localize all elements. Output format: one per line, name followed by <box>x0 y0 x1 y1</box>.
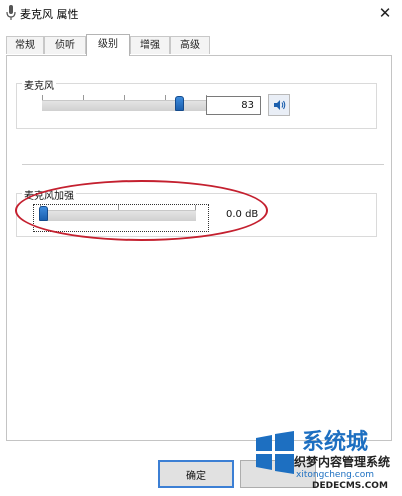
tab-advanced[interactable]: 高级 <box>170 36 210 54</box>
watermark-domain-en: DEDECMS.COM <box>312 481 388 491</box>
watermark-cms-name: 织梦内容管理系统 <box>294 455 391 469</box>
tab-levels[interactable]: 级别 <box>86 34 130 56</box>
ok-button[interactable]: 确定 <box>158 460 234 488</box>
microphone-group: 麦克风 83 <box>16 77 377 129</box>
slider-tick <box>195 205 196 210</box>
mute-button[interactable] <box>268 94 290 116</box>
levels-panel: 麦克风 83 麦克风加强 0.0 dB <box>6 55 392 441</box>
microphone-label: 麦克风 <box>22 77 56 92</box>
boost-slider-track[interactable] <box>40 210 196 221</box>
boost-db-value: 0.0 dB <box>226 209 259 220</box>
title-bar: 麦克风 属性 ✕ <box>0 0 402 26</box>
close-button[interactable]: ✕ <box>368 0 402 26</box>
window-title: 麦克风 属性 <box>20 8 79 21</box>
windows-logo-icon <box>256 431 294 474</box>
microphone-icon <box>6 5 16 20</box>
slider-tick <box>124 95 125 100</box>
slider-tick <box>118 205 119 210</box>
microphone-level-field[interactable]: 83 <box>206 96 261 115</box>
slider-tick <box>165 95 166 100</box>
microphone-boost-label: 麦克风加强 <box>22 187 76 202</box>
watermark: 系统城 织梦内容管理系统 xitongcheng.com DEDECMS.COM <box>252 424 402 496</box>
close-icon: ✕ <box>378 4 392 22</box>
tab-general[interactable]: 常规 <box>6 36 44 54</box>
tab-enhancements[interactable]: 增强 <box>130 36 170 54</box>
separator-line <box>22 164 384 165</box>
slider-tick <box>42 95 43 100</box>
slider-tick <box>83 95 84 100</box>
microphone-boost-group: 麦克风加强 0.0 dB <box>16 187 377 237</box>
tab-listen[interactable]: 侦听 <box>44 36 86 54</box>
microphone-slider-thumb[interactable] <box>174 96 184 111</box>
watermark-domain-cn: xitongcheng.com <box>296 470 374 480</box>
boost-slider-thumb[interactable] <box>39 206 48 221</box>
speaker-icon <box>273 100 285 110</box>
watermark-brand: 系统城 <box>302 430 369 455</box>
